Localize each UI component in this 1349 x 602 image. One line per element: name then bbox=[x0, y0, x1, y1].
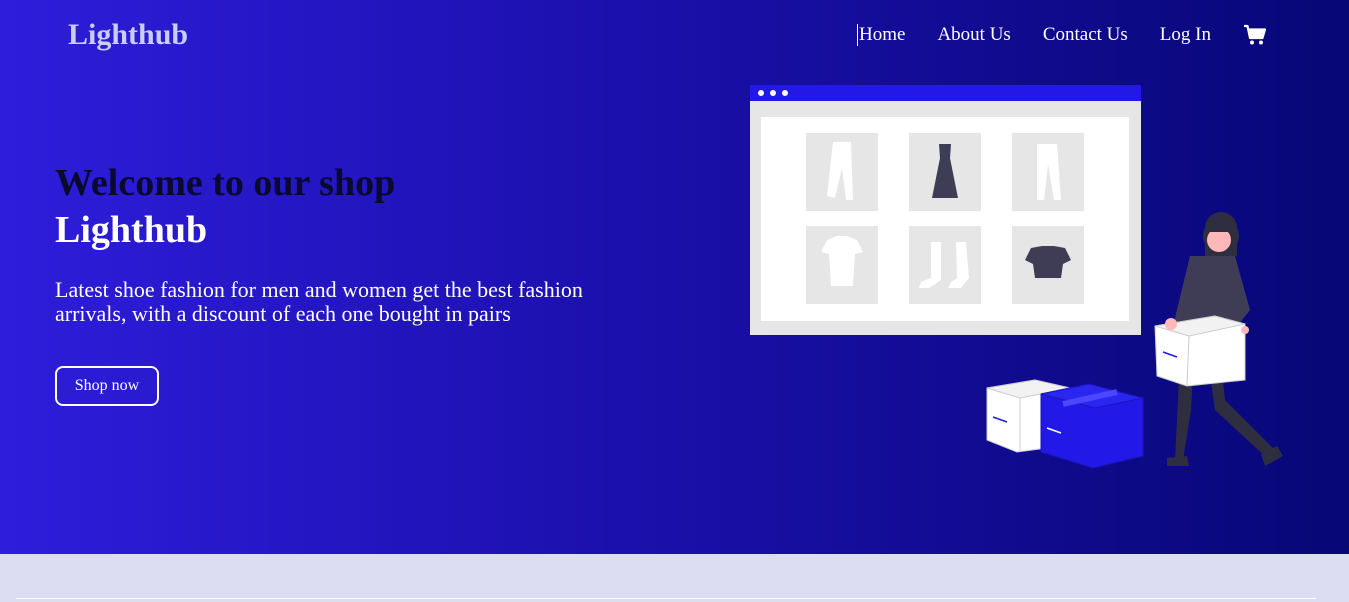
nav-login-link[interactable]: Log In bbox=[1160, 24, 1211, 46]
nav-contact-link[interactable]: Contact Us bbox=[1043, 24, 1128, 46]
main-nav: Home About Us Contact Us Log In bbox=[857, 24, 1243, 46]
shopper-figure-graphic bbox=[1154, 212, 1283, 466]
hero-brand-name: Lighthub bbox=[55, 209, 208, 251]
nav-about-link[interactable]: About Us bbox=[937, 24, 1010, 46]
nav-home-link[interactable]: Home bbox=[857, 24, 905, 46]
section-divider bbox=[16, 598, 1316, 599]
shipping-boxes-graphic bbox=[986, 379, 1144, 469]
hero-section: Lighthub Home About Us Contact Us Log In… bbox=[0, 0, 1349, 554]
next-section-strip bbox=[0, 554, 1349, 602]
hero-tagline: Latest shoe fashion for men and women ge… bbox=[55, 277, 583, 326]
shopping-cart-icon[interactable] bbox=[1243, 24, 1267, 46]
shop-now-button[interactable]: Shop now bbox=[55, 366, 159, 406]
browser-window-graphic bbox=[750, 85, 1141, 335]
hero-headline: Welcome to our shop bbox=[55, 162, 396, 204]
online-shopping-illustration bbox=[750, 85, 1283, 469]
site-logo[interactable]: Lighthub bbox=[68, 18, 188, 52]
